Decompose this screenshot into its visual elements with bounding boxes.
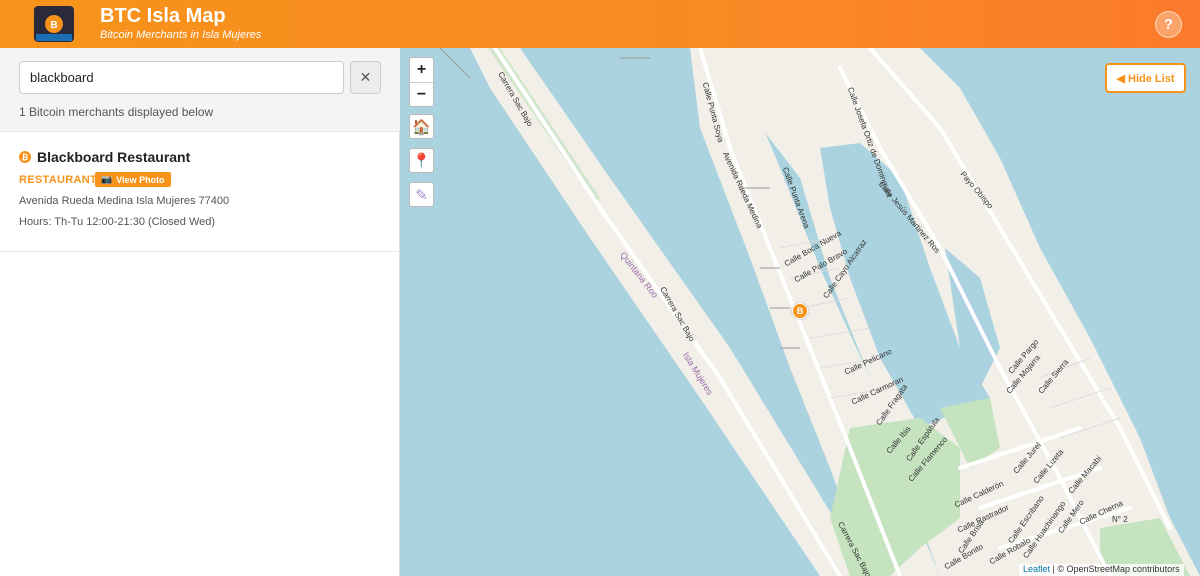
map-view[interactable]: Carrera Sac Bajo Carrera Sac Bajo Carrer… [400,48,1200,576]
zoom-out-button[interactable]: − [410,82,433,106]
btc-isla-logo[interactable]: B [30,4,78,44]
search-area: ✕ 1 Bitcoin merchants displayed below [0,48,400,132]
search-input[interactable] [19,61,344,94]
view-photo-button[interactable]: 📷 View Photo [95,172,171,187]
map-label: N° 2 [1112,515,1128,524]
result-count: 1 Bitcoin merchants displayed below [19,105,214,119]
leaflet-link[interactable]: Leaflet [1023,564,1050,574]
camera-icon: 📷 [101,174,113,184]
merchant-list-item[interactable]: ₿ Blackboard Restaurant RESTAURANT 📷 Vie… [0,132,400,252]
merchant-category: RESTAURANT [19,174,97,186]
map-attribution: Leaflet | © OpenStreetMap contributors [1019,564,1184,576]
pencil-icon: ✎ [415,186,428,204]
merchant-sidebar: ✕ 1 Bitcoin merchants displayed below ₿ … [0,48,400,576]
help-button[interactable]: ? [1155,11,1182,38]
hide-list-button[interactable]: ◀ Hide List [1105,63,1186,93]
edit-button[interactable]: ✎ [409,182,434,207]
attribution-separator: | © [1050,564,1067,574]
app-subtitle: Bitcoin Merchants in Isla Mujeres [100,29,262,41]
view-photo-label: View Photo [116,174,165,185]
bitcoin-icon: ₿ [19,151,31,163]
merchant-hours: Hours: Th-Tu 12:00-21:30 (Closed Wed) [19,216,216,228]
bitcoin-merchant-marker[interactable]: B [792,303,808,319]
locate-button[interactable]: 📍 [409,148,434,173]
app-title: BTC Isla Map [100,5,226,27]
svg-text:B: B [50,20,57,31]
osm-attribution[interactable]: OpenStreetMap contributors [1067,564,1180,574]
home-button[interactable]: 🏠 [409,114,434,139]
zoom-in-button[interactable]: + [410,58,433,82]
merchant-name[interactable]: Blackboard Restaurant [37,149,190,165]
zoom-control: + − [409,57,434,107]
merchant-address: Avenida Rueda Medina Isla Mujeres 77400 [19,195,230,207]
app-header: B BTC Isla Map Bitcoin Merchants in Isla… [0,0,1200,48]
home-icon: 🏠 [412,118,431,136]
pin-icon: 📍 [412,152,431,170]
clear-search-button[interactable]: ✕ [350,61,381,94]
close-icon: ✕ [359,69,372,85]
